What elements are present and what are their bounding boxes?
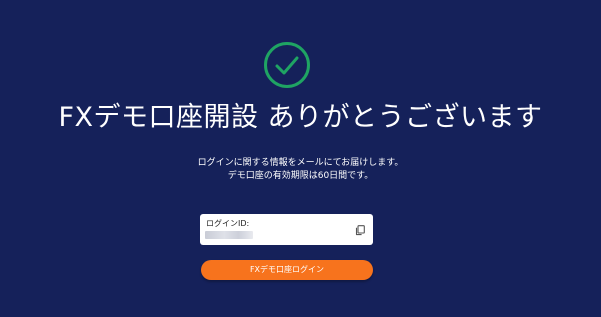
- check-circle-icon: [264, 42, 310, 88]
- page-title: FXデモ口座開設 ありがとうございます: [58, 102, 543, 133]
- email-notice-text: ログインに関する情報をメールにてお届けします。: [197, 158, 404, 168]
- expiry-notice-text: デモ口座の有効期限は60日間です。: [227, 171, 374, 181]
- copy-icon[interactable]: [355, 225, 365, 236]
- login-id-value-redacted: [205, 231, 253, 239]
- login-id-card: ログインID:: [200, 214, 373, 245]
- login-id-label: ログインID:: [206, 219, 250, 228]
- demo-login-button[interactable]: FXデモ口座ログイン: [201, 260, 373, 280]
